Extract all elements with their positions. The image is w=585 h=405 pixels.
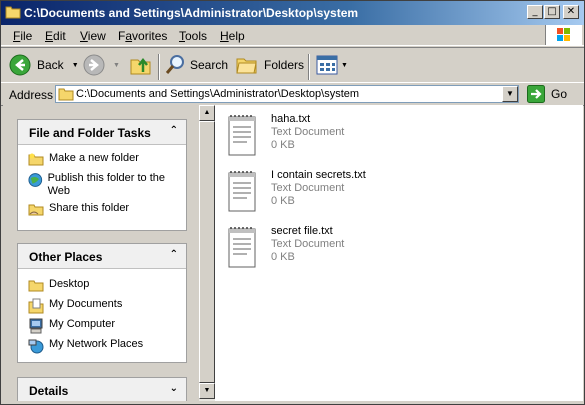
search-button[interactable]: Search	[164, 54, 228, 76]
place-my-documents[interactable]: My Documents	[28, 298, 122, 314]
windows-logo-icon	[545, 25, 582, 45]
forward-button[interactable]: ▼	[83, 54, 120, 76]
file-size: 0 KB	[271, 139, 295, 151]
menu-file[interactable]: File	[13, 29, 32, 43]
desktop-folder-icon	[28, 280, 44, 292]
toolbar: Back ▼ ▼ Search Folders ▼	[1, 47, 584, 83]
back-dropdown-icon[interactable]: ▼	[72, 62, 79, 69]
my-computer-icon	[29, 318, 43, 334]
text-document-icon	[228, 227, 256, 268]
forward-dropdown-icon[interactable]: ▼	[113, 62, 120, 69]
menu-help[interactable]: Help	[220, 29, 245, 43]
expand-icon[interactable]: ⌄	[170, 383, 178, 394]
scroll-thumb[interactable]	[199, 121, 215, 383]
file-type: Text Document	[271, 238, 345, 250]
title-bar[interactable]: C:\Documents and Settings\Administrator\…	[1, 1, 584, 25]
up-folder-button[interactable]	[129, 53, 153, 77]
views-dropdown-icon[interactable]: ▼	[341, 62, 348, 69]
back-arrow-icon	[9, 54, 31, 76]
go-arrow-icon	[527, 85, 545, 103]
collapse-icon[interactable]: ⌃	[170, 249, 178, 260]
address-label: Address	[9, 88, 54, 102]
task-pane: File and Folder Tasks ⌃ Make a new folde…	[3, 105, 199, 401]
collapse-icon[interactable]: ⌃	[170, 125, 178, 136]
publish-globe-icon	[28, 173, 43, 187]
text-document-icon	[228, 115, 256, 156]
task-pane-scrollbar[interactable]: ▲ ▼	[199, 105, 215, 401]
address-dropdown-button[interactable]: ▼	[502, 86, 518, 102]
file-size: 0 KB	[271, 251, 295, 263]
forward-arrow-icon	[83, 54, 105, 76]
folders-button[interactable]: Folders	[236, 54, 304, 76]
place-my-computer[interactable]: My Computer	[28, 318, 115, 334]
panel-title: Details	[29, 384, 69, 398]
window-title: C:\Documents and Settings\Administrator\…	[24, 6, 359, 20]
task-make-new-folder[interactable]: Make a new folder	[28, 152, 139, 166]
menu-bar: File Edit View Favorites Tools Help	[1, 25, 584, 46]
new-folder-icon	[28, 153, 44, 166]
menu-view[interactable]: View	[80, 29, 106, 43]
address-input[interactable]: C:\Documents and Settings\Administrator\…	[55, 85, 519, 103]
views-button[interactable]: ▼	[316, 55, 348, 75]
my-documents-icon	[28, 298, 44, 314]
panel-header[interactable]: File and Folder Tasks ⌃	[18, 120, 186, 145]
panel-title: Other Places	[29, 250, 103, 264]
file-item[interactable]: I contain secrets.txt Text Document 0 KB	[227, 169, 366, 213]
file-name: haha.txt	[271, 113, 311, 125]
menu-favorites[interactable]: Favorites	[118, 29, 167, 43]
panel-header[interactable]: Other Places ⌃	[18, 244, 186, 269]
file-item[interactable]: haha.txt Text Document 0 KB	[227, 113, 344, 157]
toolbar-separator	[158, 54, 160, 80]
maximize-button[interactable]: □	[544, 5, 560, 19]
panel-title: File and Folder Tasks	[29, 126, 151, 140]
go-button[interactable]: Go	[527, 85, 567, 103]
folder-icon	[5, 6, 21, 19]
up-folder-icon	[130, 57, 151, 75]
other-places-panel: Other Places ⌃ Desktop My Documents My C…	[17, 243, 187, 363]
file-list: haha.txt Text Document 0 KB I contain se…	[215, 105, 583, 401]
share-folder-icon	[28, 204, 44, 216]
minimize-button[interactable]: _	[527, 5, 543, 19]
file-name: secret file.txt	[271, 225, 333, 237]
search-icon	[165, 55, 184, 74]
place-desktop[interactable]: Desktop	[28, 278, 89, 292]
address-value: C:\Documents and Settings\Administrator\…	[76, 88, 360, 100]
task-share-folder[interactable]: Share this folder	[28, 202, 129, 216]
text-document-icon	[228, 171, 256, 212]
folder-icon	[58, 88, 74, 101]
file-name: I contain secrets.txt	[271, 169, 366, 181]
details-panel: Details ⌄	[17, 377, 187, 401]
file-type: Text Document	[271, 126, 345, 138]
back-button[interactable]: Back ▼	[9, 54, 79, 76]
folders-icon	[236, 58, 257, 74]
menu-edit[interactable]: Edit	[45, 29, 66, 43]
toolbar-separator	[308, 54, 310, 80]
close-button[interactable]: ✕	[563, 5, 579, 19]
network-places-icon	[28, 339, 44, 354]
views-icon	[316, 55, 338, 75]
file-item[interactable]: secret file.txt Text Document 0 KB	[227, 225, 344, 269]
file-type: Text Document	[271, 182, 345, 194]
menu-tools[interactable]: Tools	[179, 29, 207, 43]
file-size: 0 KB	[271, 195, 295, 207]
task-publish-to-web[interactable]: Publish this folder to the Web	[28, 172, 178, 198]
address-bar: Address C:\Documents and Settings\Admini…	[1, 82, 584, 106]
explorer-window: C:\Documents and Settings\Administrator\…	[0, 0, 585, 405]
file-folder-tasks-panel: File and Folder Tasks ⌃ Make a new folde…	[17, 119, 187, 231]
scroll-down-button[interactable]: ▼	[199, 383, 215, 399]
scroll-up-button[interactable]: ▲	[199, 105, 215, 121]
panel-header[interactable]: Details ⌄	[18, 378, 186, 401]
place-my-network-places[interactable]: My Network Places	[28, 338, 143, 354]
